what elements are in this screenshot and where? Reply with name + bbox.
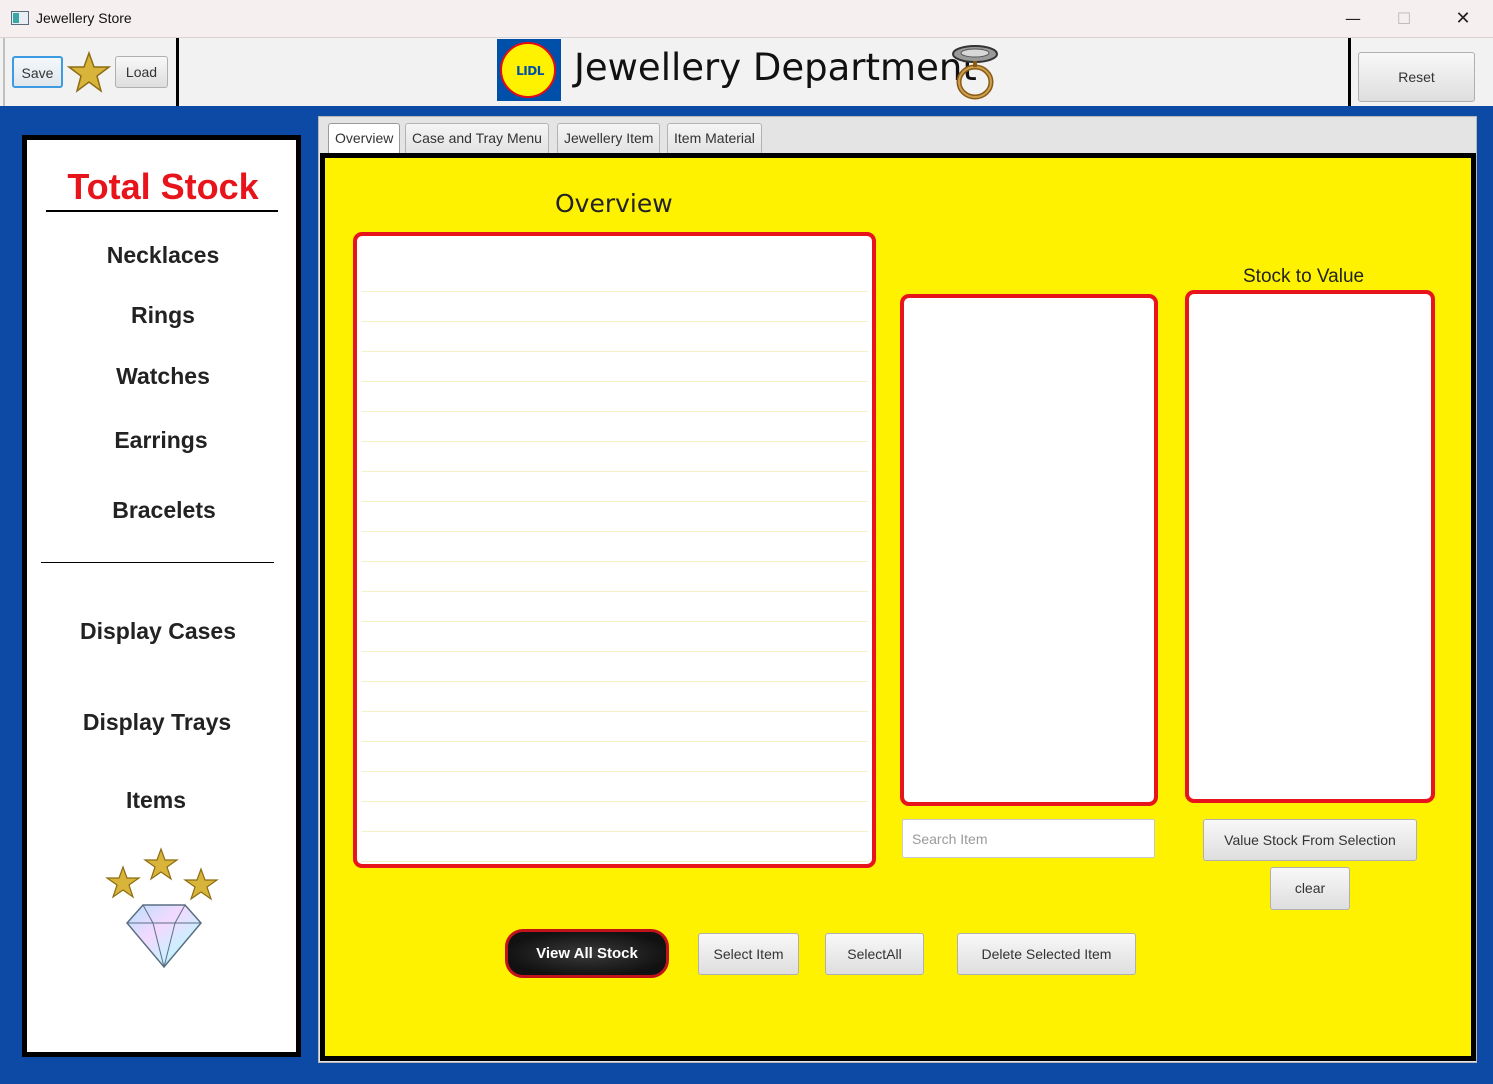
title-bar: Jewellery Store — ☐ ✕ — [0, 0, 1493, 38]
list-rows — [361, 262, 868, 862]
search-results-list[interactable] — [900, 294, 1158, 806]
sidebar-item-earrings[interactable]: Earrings — [25, 427, 297, 454]
app-icon — [11, 11, 29, 25]
divider — [41, 562, 274, 563]
sidebar-title: Total Stock — [67, 166, 259, 207]
sidebar-item-rings[interactable]: Rings — [27, 302, 299, 329]
load-button[interactable]: Load — [115, 56, 168, 88]
header-bar: Save Load LIDL Jewellery Department Rese… — [0, 38, 1493, 106]
tab-jewellery-item[interactable]: Jewellery Item — [557, 123, 661, 153]
ring-icon — [952, 45, 998, 100]
search-input[interactable] — [902, 819, 1155, 858]
tab-case-and-tray-menu[interactable]: Case and Tray Menu — [405, 123, 549, 153]
sidebar-item-necklaces[interactable]: Necklaces — [27, 242, 299, 269]
value-stock-button[interactable]: Value Stock From Selection — [1203, 819, 1417, 861]
overview-panel: Overview Stock to Value Value Stock From… — [320, 153, 1476, 1061]
reset-button[interactable]: Reset — [1358, 52, 1475, 102]
minimize-button[interactable]: — — [1330, 0, 1376, 38]
lidl-logo: LIDL — [497, 39, 561, 101]
diamond-icon — [126, 904, 202, 969]
stock-to-value-list[interactable] — [1185, 290, 1435, 803]
window-title: Jewellery Store — [36, 10, 132, 26]
overview-heading: Overview — [555, 189, 673, 218]
tab-overview[interactable]: Overview — [328, 123, 401, 153]
sidebar-item-display-trays[interactable]: Display Trays — [21, 709, 293, 736]
stock-to-value-label: Stock to Value — [1243, 266, 1365, 287]
view-all-stock-button[interactable]: View All Stock — [505, 929, 669, 978]
sidebar: Total Stock Necklaces Rings Watches Earr… — [22, 135, 301, 1057]
star-icon — [67, 51, 111, 93]
sidebar-item-items[interactable]: Items — [20, 787, 292, 814]
sidebar-item-watches[interactable]: Watches — [27, 363, 299, 390]
sidebar-item-bracelets[interactable]: Bracelets — [28, 497, 300, 524]
stars-icon — [105, 847, 219, 901]
delete-selected-item-button[interactable]: Delete Selected Item — [957, 933, 1136, 975]
tab-item-material[interactable]: Item Material — [667, 123, 762, 153]
select-all-button[interactable]: SelectAll — [825, 933, 924, 975]
maximize-button[interactable]: ☐ — [1381, 0, 1427, 38]
clear-button[interactable]: clear — [1270, 867, 1350, 910]
select-item-button[interactable]: Select Item — [698, 933, 799, 975]
sidebar-item-display-cases[interactable]: Display Cases — [22, 618, 294, 645]
overview-list[interactable] — [353, 232, 876, 868]
divider — [46, 210, 278, 212]
close-button[interactable]: ✕ — [1440, 0, 1486, 38]
logo-text: LIDL — [516, 64, 544, 78]
page-title: Jewellery Department — [574, 46, 977, 89]
save-button[interactable]: Save — [12, 56, 63, 88]
